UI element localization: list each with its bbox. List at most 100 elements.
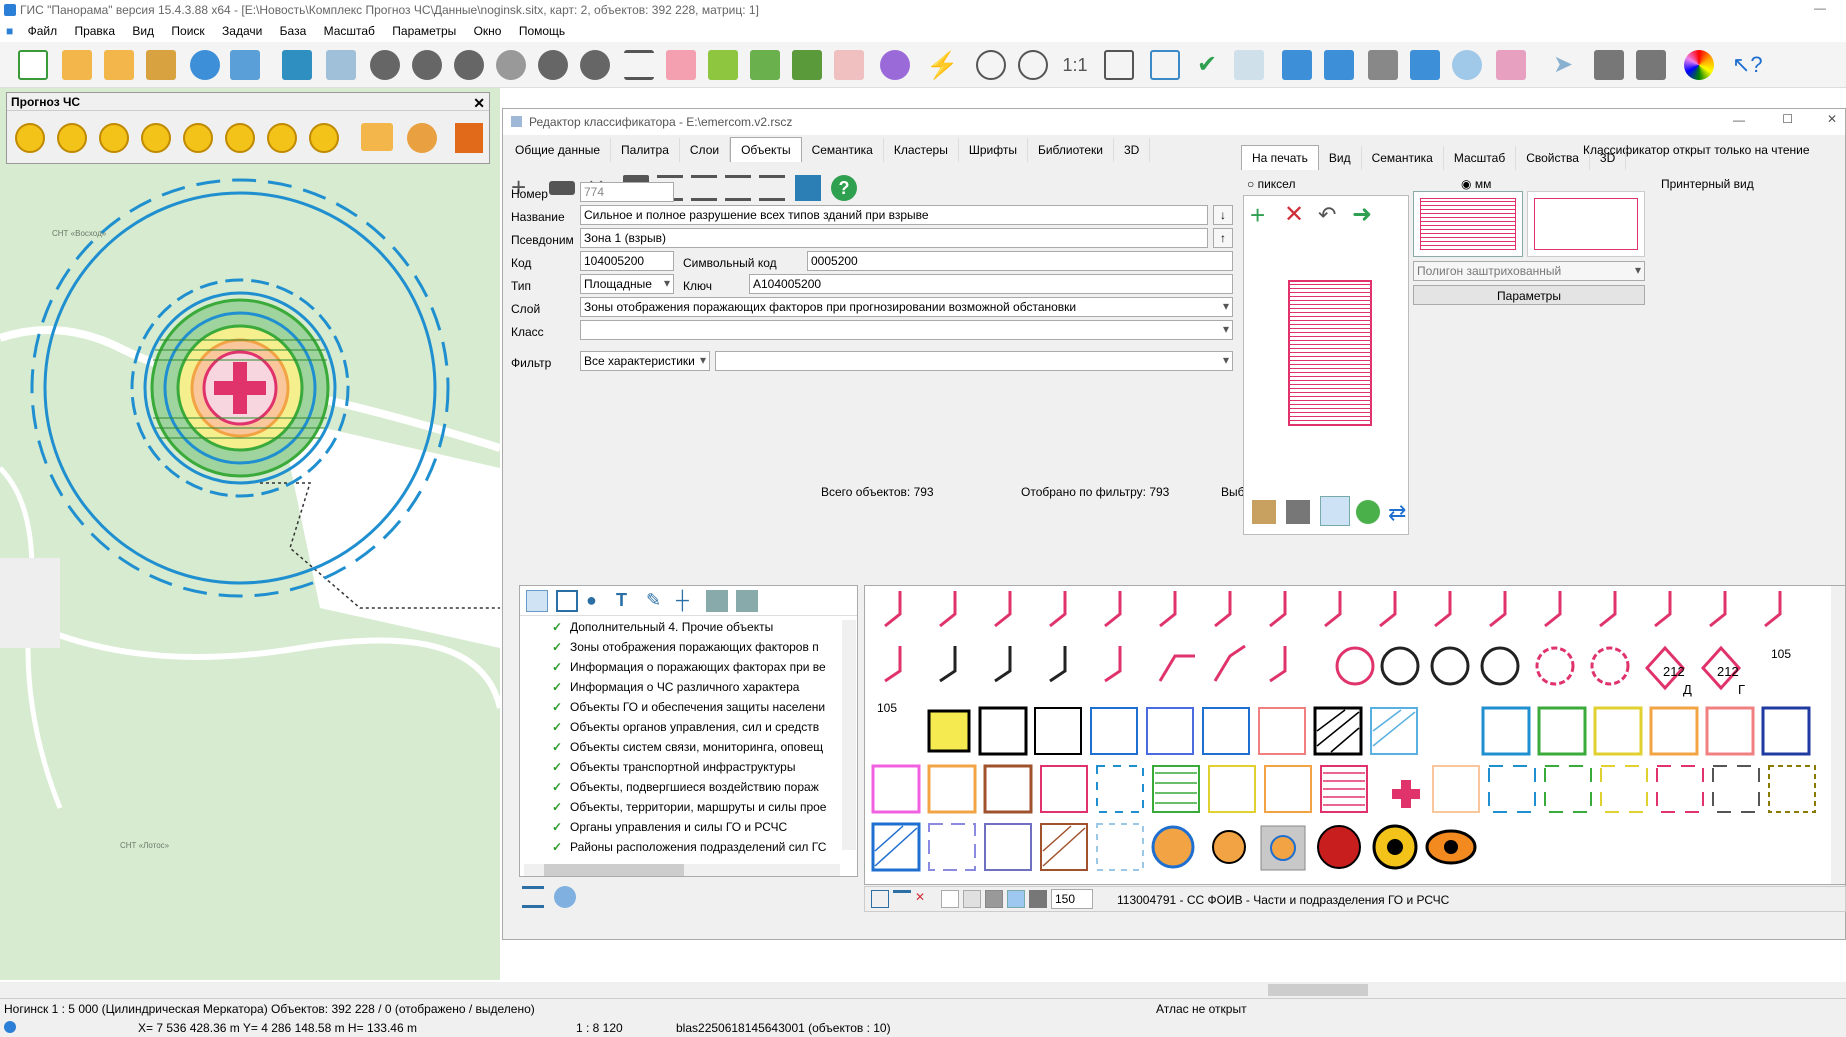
tools-icon[interactable] xyxy=(1029,890,1047,908)
alias-field[interactable]: Зона 1 (взрыв) xyxy=(580,228,1208,248)
tab-semantics[interactable]: Семантика xyxy=(802,138,884,162)
explosion-icon[interactable] xyxy=(183,123,213,153)
grid-view-icon[interactable] xyxy=(871,890,889,908)
tree-item[interactable]: Объекты транспортной инфраструктуры xyxy=(520,758,838,778)
flood-icon[interactable] xyxy=(225,123,255,153)
unit-mm-radio[interactable]: ◉ мм xyxy=(1461,177,1491,191)
zoom-extent-icon[interactable] xyxy=(1104,50,1134,80)
tab-semantics-right[interactable]: Семантика xyxy=(1362,146,1444,170)
swap-icon[interactable]: ⇄ xyxy=(1388,500,1406,526)
tree-item[interactable]: Районы расположения подразделений сил ГС xyxy=(520,838,838,858)
pen-tool-icon[interactable]: ✎ xyxy=(646,590,661,611)
tab-3d-right[interactable]: 3D xyxy=(1590,146,1627,170)
lightning-icon[interactable]: ⚡ xyxy=(926,50,958,80)
globe-icon[interactable] xyxy=(190,50,220,80)
tab-objects[interactable]: Объекты xyxy=(730,137,802,162)
style-preview-hatched[interactable] xyxy=(1413,191,1523,257)
polygon-type-select[interactable]: Полигон заштрихованный xyxy=(1413,261,1645,281)
arrow-right-icon[interactable]: ➜ xyxy=(1352,202,1372,228)
tree-item[interactable]: Органы управления и силы ГО и РСЧС xyxy=(520,818,838,838)
reset-icon[interactable] xyxy=(1356,500,1380,524)
name-field[interactable]: Сильное и полное разрушение всех типов з… xyxy=(580,205,1208,225)
palette-icon[interactable] xyxy=(554,886,576,908)
class-select[interactable] xyxy=(580,320,1233,340)
minimize-icon[interactable]: — xyxy=(1814,1,1826,15)
minimize-icon[interactable]: — xyxy=(1733,113,1745,127)
vector-tool-icon[interactable]: ┼ xyxy=(676,590,689,611)
chemical-icon[interactable] xyxy=(99,123,129,153)
edit-line-icon[interactable] xyxy=(708,50,738,80)
area-tool-icon[interactable] xyxy=(556,590,578,612)
layers-icon[interactable] xyxy=(795,175,821,201)
binoculars-home-icon[interactable] xyxy=(538,50,568,80)
help-pointer-icon[interactable]: ↖? xyxy=(1732,50,1763,80)
check-icon[interactable]: ✔ xyxy=(1192,50,1222,80)
table-icon[interactable] xyxy=(1368,50,1398,80)
tree-item[interactable]: Зоны отображения поражающих факторов п xyxy=(520,638,838,658)
tab-properties[interactable]: Свойства xyxy=(1516,146,1590,170)
tree-item[interactable]: Информация о ЧС различного характера xyxy=(520,678,838,698)
globe-gray-icon[interactable] xyxy=(1452,50,1482,80)
color-object-icon[interactable] xyxy=(880,50,910,80)
printer-settings-icon[interactable] xyxy=(1636,50,1666,80)
layers-icon[interactable] xyxy=(282,50,312,80)
tree-item[interactable]: Объекты органов управления, сил и средст… xyxy=(520,718,838,738)
map-edit-icon[interactable] xyxy=(1410,50,1440,80)
tab-palette[interactable]: Палитра xyxy=(611,138,680,162)
tab-libraries[interactable]: Библиотеки xyxy=(1028,138,1114,162)
menu-edit[interactable]: Правка xyxy=(67,22,122,38)
biohazard-icon[interactable] xyxy=(15,123,45,153)
delete-object-icon[interactable] xyxy=(834,50,864,80)
template-tool-icon[interactable] xyxy=(706,590,728,612)
radiation-icon[interactable] xyxy=(57,123,87,153)
clear-list-icon[interactable]: ✕ xyxy=(915,890,933,908)
menu-search[interactable]: Поиск xyxy=(164,22,211,38)
tab-general[interactable]: Общие данные xyxy=(505,138,612,162)
params-button[interactable]: Параметры xyxy=(1413,285,1645,305)
move-up-icon[interactable]: ↑ xyxy=(1213,228,1233,248)
bg-white-icon[interactable] xyxy=(941,890,959,908)
palette-scrollbar[interactable] xyxy=(1831,586,1845,884)
route-icon[interactable] xyxy=(1496,50,1526,80)
tree-item[interactable]: Объекты, подвергшиеся воздействию пораж xyxy=(520,778,838,798)
back-icon[interactable] xyxy=(1234,50,1264,80)
new-map-icon[interactable] xyxy=(18,50,48,80)
unit-px-radio[interactable]: ○ пиксел xyxy=(1247,177,1295,191)
line-tool-icon[interactable] xyxy=(526,590,548,612)
tree-item[interactable]: Дополнительный 4. Прочие объекты xyxy=(520,618,838,638)
cursor-info-icon[interactable] xyxy=(1282,50,1312,80)
map-view[interactable]: СНТ «Восход» СНТ «Лотос» xyxy=(0,88,500,980)
code-field[interactable]: 104005200 xyxy=(580,251,674,271)
open-folder-icon[interactable] xyxy=(361,123,393,151)
oil-icon[interactable] xyxy=(309,123,339,153)
number-field[interactable]: 774 xyxy=(580,182,674,202)
tree-item[interactable]: Объекты, территории, маршруты и силы про… xyxy=(520,798,838,818)
fit-icon[interactable] xyxy=(1320,496,1350,526)
key-field[interactable]: A104005200 xyxy=(749,274,1233,294)
open-project-icon[interactable] xyxy=(104,50,134,80)
map-scroll-thumb[interactable] xyxy=(1268,984,1368,996)
select-area-icon[interactable] xyxy=(666,50,696,80)
binoculars-refresh-icon[interactable] xyxy=(580,50,610,80)
fire-icon[interactable] xyxy=(141,123,171,153)
help-icon[interactable]: ? xyxy=(831,175,857,201)
color-wheel-icon[interactable] xyxy=(1684,50,1714,80)
text-tool-icon[interactable]: T xyxy=(616,590,627,611)
map-horizontal-scrollbar[interactable] xyxy=(0,982,1846,998)
filter-value-select[interactable] xyxy=(715,351,1233,371)
menu-help[interactable]: Помощь xyxy=(512,22,572,38)
add-point-icon[interactable] xyxy=(750,50,780,80)
printer-icon[interactable] xyxy=(1594,50,1624,80)
globe-settings-icon[interactable] xyxy=(230,50,260,80)
zoom-out-icon[interactable] xyxy=(976,50,1006,80)
delete-icon[interactable]: ✕ xyxy=(1284,202,1304,228)
frame-icon[interactable] xyxy=(1150,50,1180,80)
close-icon[interactable]: ✕ xyxy=(473,95,485,112)
tree-vertical-scrollbar[interactable] xyxy=(842,620,856,850)
tab-3d[interactable]: 3D xyxy=(1114,138,1151,162)
palette-size-field[interactable]: 150 xyxy=(1051,889,1093,909)
tree-scroll-thumb[interactable] xyxy=(544,864,684,876)
box-icon[interactable] xyxy=(1252,500,1276,524)
tree-item[interactable]: Объекты ГО и обеспечения защиты населени xyxy=(520,698,838,718)
move-down-icon[interactable]: ↓ xyxy=(1213,205,1233,225)
